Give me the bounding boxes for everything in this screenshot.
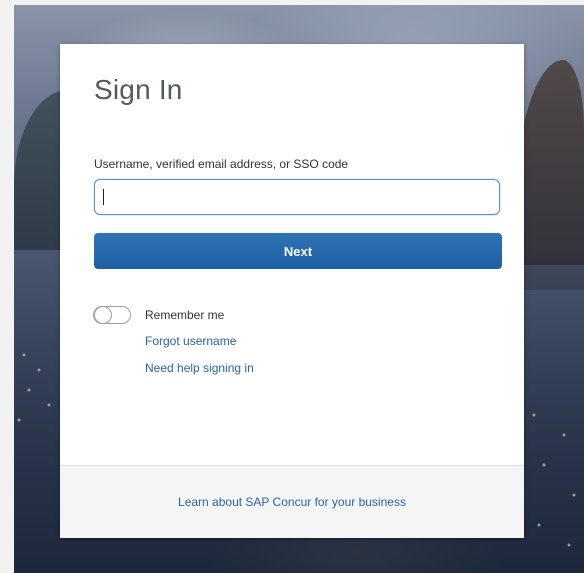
page-title: Sign In (94, 74, 183, 105)
username-input[interactable] (94, 179, 500, 215)
mountain-right (514, 60, 584, 290)
username-label: Username, verified email address, or SSO… (94, 157, 349, 171)
need-help-link[interactable]: Need help signing in (145, 361, 254, 375)
page-frame: Sign In Username, verified email address… (0, 0, 584, 573)
card-footer: Learn about SAP Concur for your business (60, 465, 524, 538)
signin-card: Sign In Username, verified email address… (60, 44, 524, 538)
remember-me-toggle[interactable] (93, 306, 131, 324)
city-lights-right (524, 395, 584, 565)
remember-me-label: Remember me (145, 308, 225, 322)
next-button[interactable]: Next (94, 233, 502, 269)
text-caret (103, 189, 104, 205)
city-lights-left (14, 335, 64, 435)
toggle-knob (94, 306, 112, 324)
forgot-username-link[interactable]: Forgot username (145, 334, 236, 348)
learn-about-link[interactable]: Learn about SAP Concur for your business (60, 495, 524, 509)
